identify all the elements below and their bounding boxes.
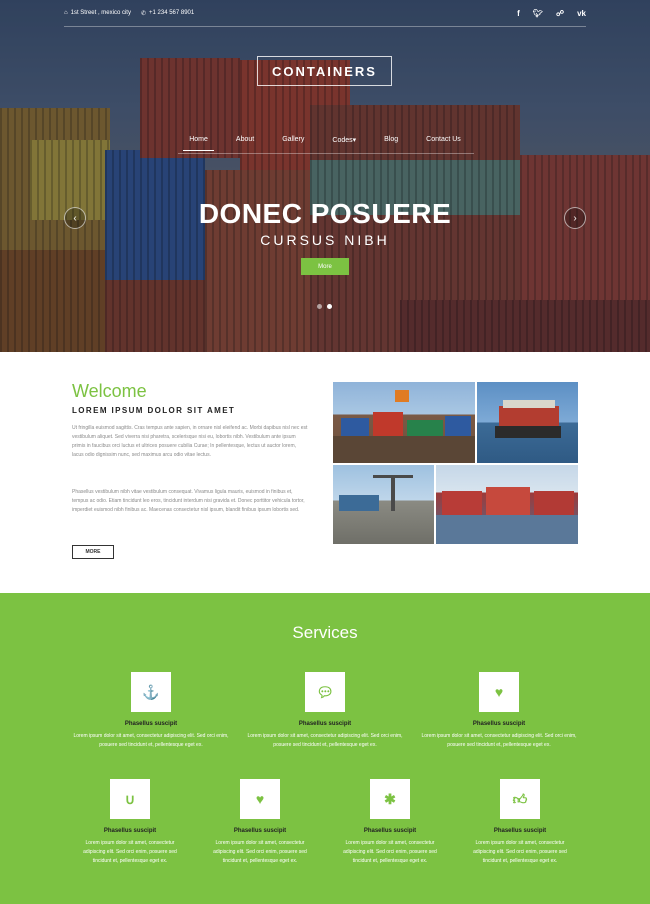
service-card[interactable]: ✱ Phasellus suscipit Lorem ipsum dolor s… (335, 779, 445, 866)
nav-label: Contact Us (426, 136, 461, 143)
slider-dot-active[interactable] (327, 304, 332, 309)
main-nav: Home About Gallery Codes▾ Blog Contact U… (0, 136, 650, 151)
service-text: Lorem ipsum dolor sit amet, consectetur … (73, 733, 229, 748)
welcome-heading: Welcome (72, 381, 147, 401)
slider-next-button[interactable]: › (564, 207, 586, 229)
chat-icon: 💬︎ (316, 683, 334, 700)
service-title: Phasellus suscipit (103, 828, 157, 834)
phone: ✆ +1 234 567 8901 (141, 10, 194, 17)
nav-label: Blog (384, 136, 399, 143)
service-icon-box: 💬︎ (305, 672, 345, 712)
service-text: Lorem ipsum dolor sit amet, consectetur … (343, 840, 437, 864)
slide-title: DONEC POSUERE (198, 198, 452, 229)
service-icon-box: ✱ (370, 779, 410, 819)
service-text: Lorem ipsum dolor sit amet, consectetur … (247, 733, 403, 748)
service-title: Phasellus suscipit (298, 721, 352, 727)
anchor-icon: ⚓ (142, 683, 160, 700)
service-card[interactable]: 👍︎ Phasellus suscipit Lorem ipsum dolor … (465, 779, 575, 866)
welcome-subheading: LOREM IPSUM DOLOR SIT AMET (72, 406, 236, 415)
magnet-icon: ∪ (124, 790, 136, 807)
facebook-icon[interactable]: f (517, 9, 520, 18)
service-card[interactable]: ♥ Phasellus suscipit Lorem ipsum dolor s… (205, 779, 315, 866)
service-title: Phasellus suscipit (493, 828, 547, 834)
service-card[interactable]: ⚓ Phasellus suscipit Lorem ipsum dolor s… (72, 672, 230, 750)
thumbs-up-icon: 👍︎ (512, 790, 528, 807)
divider (178, 153, 474, 154)
slide-subtitle: CURSUS NIBH (260, 232, 390, 248)
services-section: Services ⚓ Phasellus suscipit Lorem ipsu… (0, 593, 650, 904)
nav-item-blog[interactable]: Blog (370, 136, 412, 144)
service-card[interactable]: ∪ Phasellus suscipit Lorem ipsum dolor s… (75, 779, 185, 866)
service-card[interactable]: ♥ Phasellus suscipit Lorem ipsum dolor s… (420, 672, 578, 750)
gallery-photo-ship[interactable] (477, 382, 578, 463)
welcome-section: Welcome LOREM IPSUM DOLOR SIT AMET Ut fr… (0, 352, 650, 593)
heartbeat-icon: ♥ (255, 791, 265, 807)
service-card[interactable]: 💬︎ Phasellus suscipit Lorem ipsum dolor … (246, 672, 404, 750)
slide-more-button[interactable]: More (301, 258, 349, 275)
asterisk-icon: ✱ (384, 790, 396, 807)
service-icon-box: 👍︎ (500, 779, 540, 819)
nav-item-codes[interactable]: Codes▾ (318, 136, 370, 144)
social-links: f 🐦︎ ☍ vk (517, 9, 586, 18)
welcome-paragraph: Phasellus vestibulum nibh vitae vestibul… (72, 489, 305, 513)
address-text: 1st Street , mexico city (70, 10, 131, 16)
service-text: Lorem ipsum dolor sit amet, consectetur … (473, 840, 567, 864)
chevron-right-icon: › (573, 212, 577, 224)
service-text: Lorem ipsum dolor sit amet, consectetur … (421, 733, 577, 748)
heartbeat-icon: ♥ (494, 684, 504, 700)
vk-icon[interactable]: vk (577, 9, 586, 18)
phone-icon: ✆ (140, 10, 147, 17)
chevron-down-icon: ▾ (352, 137, 357, 144)
gallery-photo-terminal[interactable] (436, 465, 578, 544)
nav-label: About (235, 136, 255, 143)
service-title: Phasellus suscipit (233, 828, 287, 834)
service-icon-box: ∪ (110, 779, 150, 819)
nav-item-home[interactable]: Home (175, 136, 222, 151)
service-title: Phasellus suscipit (472, 721, 526, 727)
nav-label: Codes (332, 137, 353, 144)
hero-slider: ⌂ 1st Street , mexico city ✆ +1 234 567 … (0, 0, 650, 352)
top-bar: ⌂ 1st Street , mexico city ✆ +1 234 567 … (0, 0, 650, 26)
chevron-left-icon: ‹ (73, 212, 77, 224)
service-title: Phasellus suscipit (363, 828, 417, 834)
gallery-photo-port[interactable] (333, 465, 434, 544)
services-heading: Services (292, 623, 358, 642)
service-text: Lorem ipsum dolor sit amet, consectetur … (83, 840, 177, 864)
service-icon-box: ⚓ (131, 672, 171, 712)
logo-text: CONTAINERS (272, 63, 377, 79)
gallery-photo-crane[interactable] (333, 382, 475, 463)
nav-label: Gallery (282, 136, 305, 143)
rss-icon[interactable]: ☍ (556, 9, 564, 18)
service-text: Lorem ipsum dolor sit amet, consectetur … (213, 840, 307, 864)
address: ⌂ 1st Street , mexico city (64, 10, 131, 16)
divider (64, 26, 586, 27)
hero-overlay (0, 0, 650, 352)
slider-dots (317, 304, 332, 309)
welcome-more-button[interactable]: MORE (72, 545, 114, 559)
nav-label: Home (189, 136, 208, 143)
site-logo[interactable]: CONTAINERS (257, 56, 392, 86)
slider-dot[interactable] (317, 304, 322, 309)
service-icon-box: ♥ (479, 672, 519, 712)
contact-info: ⌂ 1st Street , mexico city ✆ +1 234 567 … (64, 10, 194, 17)
service-icon-box: ♥ (240, 779, 280, 819)
service-title: Phasellus suscipit (124, 721, 178, 727)
photo-gallery (333, 382, 578, 544)
nav-item-about[interactable]: About (222, 136, 268, 144)
phone-text: +1 234 567 8901 (149, 10, 195, 16)
home-icon: ⌂ (64, 10, 68, 16)
nav-item-contact[interactable]: Contact Us (412, 136, 475, 144)
slider-prev-button[interactable]: ‹ (64, 207, 86, 229)
twitter-icon[interactable]: 🐦︎ (533, 9, 543, 18)
nav-item-gallery[interactable]: Gallery (268, 136, 318, 144)
welcome-paragraph: Ut fringilla euismod sagittis. Cras temp… (72, 425, 308, 458)
